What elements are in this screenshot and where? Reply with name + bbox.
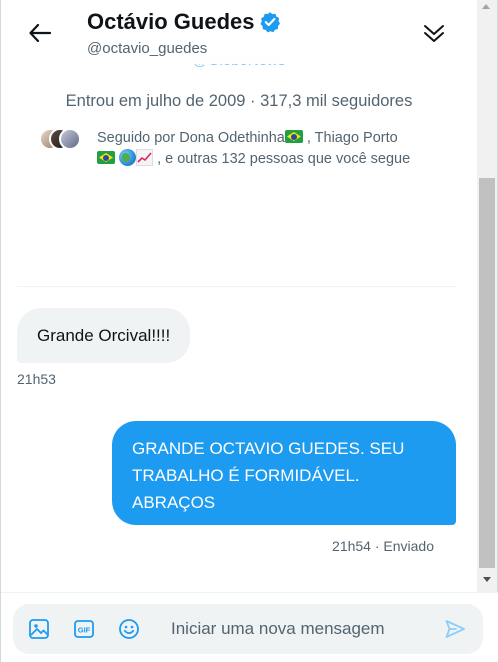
collapse-button[interactable] bbox=[419, 18, 449, 48]
collapse-chevrons-icon bbox=[424, 25, 444, 42]
back-arrow-icon bbox=[29, 24, 51, 42]
gif-button[interactable]: GIF bbox=[72, 617, 96, 641]
conversation-header: Octávio Guedes @octavio_guedes bbox=[1, 0, 477, 64]
brazil-flag-icon bbox=[284, 130, 303, 143]
followed-by-block[interactable]: Seguido por Dona Odethinha , Thiago Port… bbox=[39, 128, 459, 170]
image-icon bbox=[29, 619, 49, 639]
message-timestamp: 21h54 · Enviado bbox=[332, 538, 434, 554]
conversation-scroll-area[interactable]: @GloboNews Entrou em julho de 2009 · 317… bbox=[1, 0, 477, 592]
avatar bbox=[59, 128, 81, 150]
svg-text:GIF: GIF bbox=[78, 626, 91, 635]
gif-icon: GIF bbox=[74, 620, 94, 638]
scrollbar[interactable] bbox=[477, 0, 497, 592]
followed-by-suffix: , e outras 132 pessoas que você segue bbox=[157, 151, 411, 167]
followed-by-prefix: Seguido por Dona Odethinha bbox=[97, 130, 285, 146]
follower-avatars bbox=[39, 128, 93, 154]
divider bbox=[17, 286, 457, 287]
verified-badge-icon bbox=[259, 11, 281, 33]
scroll-up-arrow-icon[interactable] bbox=[482, 4, 490, 9]
dm-window: @GloboNews Entrou em julho de 2009 · 317… bbox=[0, 0, 498, 662]
contact-name: Octávio Guedes bbox=[87, 9, 255, 34]
composer-bar: GIF bbox=[1, 592, 498, 662]
contact-name-row[interactable]: Octávio Guedes bbox=[87, 9, 281, 35]
message-input[interactable] bbox=[171, 604, 431, 654]
followed-by-text: Seguido por Dona Odethinha , Thiago Port… bbox=[97, 128, 447, 170]
back-button[interactable] bbox=[23, 18, 57, 48]
incoming-message-bubble[interactable]: Grande Orcival!!!! bbox=[17, 308, 191, 363]
scroll-down-arrow-icon[interactable] bbox=[483, 577, 491, 582]
outgoing-message-bubble[interactable]: GRANDE OCTAVIO GUEDES. SEU TRABALHO É FO… bbox=[112, 421, 456, 525]
media-button[interactable] bbox=[27, 617, 51, 641]
globe-icon bbox=[119, 149, 137, 166]
message-composer: GIF bbox=[13, 604, 483, 654]
emoji-icon bbox=[119, 619, 139, 639]
emoji-button[interactable] bbox=[117, 617, 141, 641]
chart-increasing-icon bbox=[136, 149, 154, 166]
contact-handle: @octavio_guedes bbox=[87, 40, 208, 57]
joined-info: Entrou em julho de 2009 · 317,3 mil segu… bbox=[65, 92, 413, 110]
followed-by-second: , Thiago Porto bbox=[302, 130, 398, 146]
message-timestamp: 21h53 bbox=[17, 371, 56, 387]
scrollbar-thumb[interactable] bbox=[479, 178, 495, 568]
brazil-flag-icon bbox=[97, 151, 115, 164]
send-icon bbox=[445, 620, 465, 638]
send-button[interactable] bbox=[443, 617, 467, 641]
